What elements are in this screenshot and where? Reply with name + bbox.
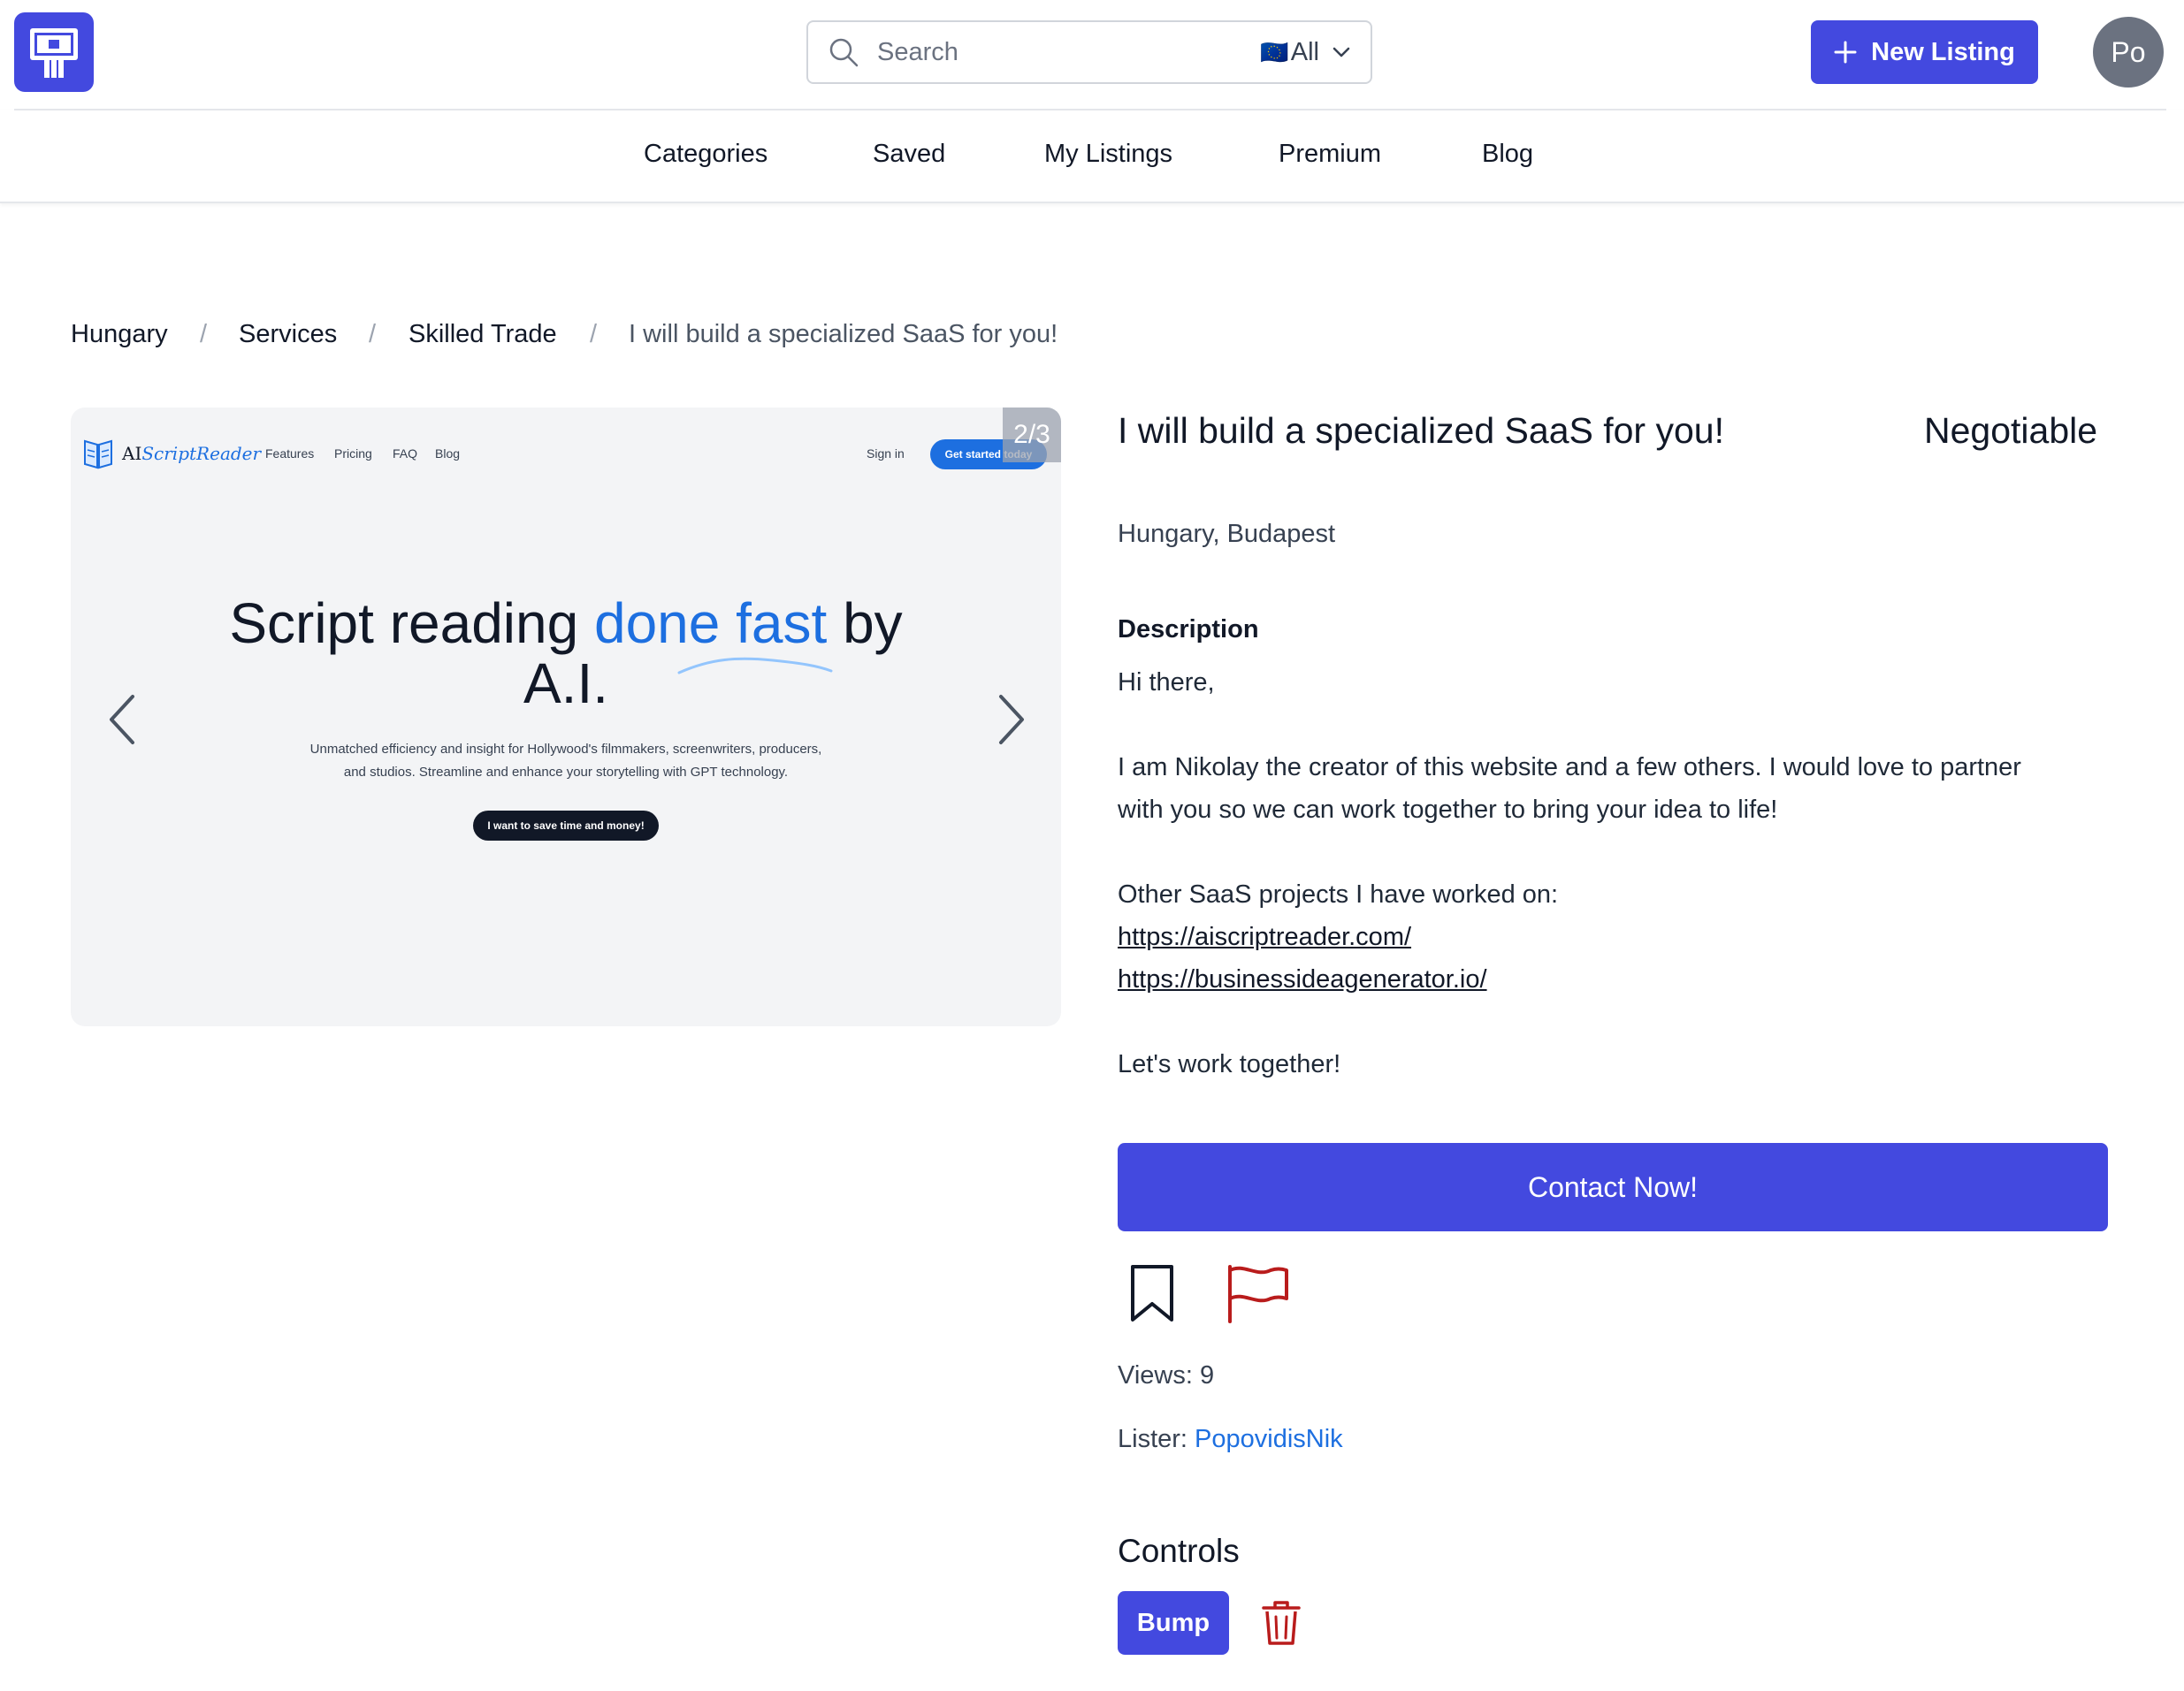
description-link-businessideagenerator[interactable]: https://businessideagenerator.io/ — [1118, 965, 1487, 994]
listing-price: Negotiable — [1924, 410, 2098, 451]
eu-flag-icon: 🇪🇺 — [1260, 38, 1289, 65]
book-icon — [84, 439, 112, 469]
flag-icon — [1228, 1265, 1288, 1323]
description-link-aiscriptreader[interactable]: https://aiscriptreader.com/ — [1118, 923, 1411, 952]
breadcrumb-current: I will build a specialized SaaS for you! — [629, 320, 1058, 348]
nav-saved[interactable]: Saved — [873, 140, 945, 169]
listing-title: I will build a specialized SaaS for you! — [1118, 410, 1724, 451]
slide-brand-name: AIScriptReader — [122, 443, 262, 464]
main-nav: Categories Saved My Listings Premium Blo… — [0, 110, 2184, 203]
lister-link[interactable]: PopovidisNik — [1195, 1425, 1343, 1453]
carousel-prev-button[interactable] — [95, 689, 149, 750]
search-bar[interactable]: Search 🇪🇺 All — [806, 20, 1372, 84]
nav-categories[interactable]: Categories — [644, 140, 767, 169]
nav-my-listings[interactable]: My Listings — [1044, 140, 1172, 169]
save-listing-button[interactable] — [1123, 1262, 1181, 1326]
region-select[interactable]: 🇪🇺 All — [1260, 38, 1351, 67]
slide-nav-features: Features — [265, 446, 315, 461]
slide-subtext: Unmatched efficiency and insight for Hol… — [309, 742, 822, 780]
search-icon — [828, 36, 859, 68]
plus-icon — [1834, 41, 1857, 64]
chevron-left-icon — [110, 695, 134, 744]
slide-save-button: I want to save time and money! — [473, 811, 659, 841]
search-input[interactable]: Search — [877, 38, 1260, 67]
delete-listing-button[interactable] — [1259, 1596, 1303, 1649]
breadcrumb-separator: / — [200, 320, 208, 348]
user-avatar[interactable]: Po — [2093, 17, 2164, 88]
description-greeting: Hi there, — [1118, 668, 1215, 697]
chevron-right-icon — [999, 695, 1024, 744]
slide-nav-blog: Blog — [435, 446, 461, 461]
lister-info: Lister: PopovidisNik — [1118, 1425, 1343, 1453]
squiggle-underline — [677, 657, 833, 674]
slide-brand-logo: AIScriptReader — [83, 438, 261, 469]
slide-nav-pricing: Pricing — [334, 446, 372, 461]
description-line: I am Nikolay the creator of this website… — [1118, 753, 2021, 781]
slide-nav-faq: FAQ — [393, 446, 418, 461]
trash-icon — [1262, 1601, 1301, 1645]
image-carousel[interactable]: AIScriptReader Features Pricing FAQ Blog… — [71, 408, 1061, 1026]
site-logo[interactable] — [14, 12, 94, 92]
report-listing-button[interactable] — [1224, 1262, 1291, 1326]
slide-headline: Script reading done fast by A.I. — [229, 591, 903, 715]
breadcrumb-hungary[interactable]: Hungary — [71, 320, 168, 349]
carousel-next-button[interactable] — [985, 689, 1038, 750]
chevron-down-icon — [1332, 46, 1351, 58]
new-listing-button[interactable]: New Listing — [1811, 20, 2038, 84]
breadcrumb-services[interactable]: Services — [239, 320, 337, 349]
breadcrumb-separator: / — [369, 320, 377, 348]
description-closing: Let's work together! — [1118, 1050, 1341, 1078]
breadcrumb-skilled-trade[interactable]: Skilled Trade — [409, 320, 557, 349]
billboard-icon — [30, 28, 78, 78]
views-count: Views: 9 — [1118, 1361, 1215, 1390]
nav-premium[interactable]: Premium — [1279, 140, 1381, 169]
nav-blog[interactable]: Blog — [1482, 140, 1533, 169]
listing-location: Hungary, Budapest — [1118, 520, 1336, 548]
description-projects-intro: Other SaaS projects I have worked on: — [1118, 880, 1559, 909]
description-line: with you so we can work together to brin… — [1118, 796, 1778, 824]
breadcrumb-separator: / — [590, 320, 598, 348]
slide-counter: 2/3 — [1003, 408, 1061, 462]
region-label: All — [1290, 37, 1319, 66]
new-listing-label: New Listing — [1871, 37, 2015, 66]
bookmark-icon — [1131, 1265, 1173, 1322]
controls-heading: Controls — [1118, 1533, 1240, 1569]
bump-button[interactable]: Bump — [1118, 1591, 1229, 1655]
description-heading: Description — [1118, 615, 1259, 644]
top-header: Search 🇪🇺 All New Listing Po — [0, 0, 2184, 110]
slide-sign-in: Sign in — [867, 446, 905, 461]
contact-now-button[interactable]: Contact Now! — [1118, 1143, 2108, 1231]
